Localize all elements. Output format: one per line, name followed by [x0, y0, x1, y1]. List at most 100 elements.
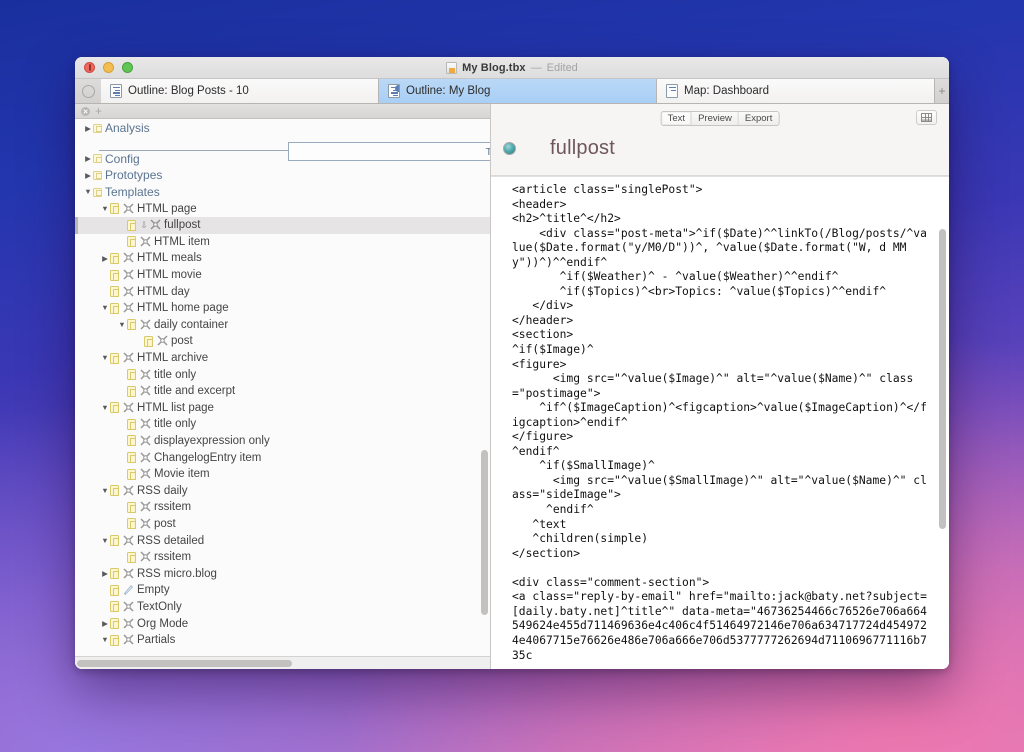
outline-row[interactable]: rssitem — [75, 549, 490, 566]
remove-item-icon[interactable] — [81, 106, 90, 116]
view-mode-text[interactable]: Text — [661, 112, 693, 125]
minimize-button[interactable] — [103, 62, 114, 73]
note-color-badge[interactable] — [503, 141, 516, 155]
outline-row[interactable]: TextOnly — [75, 599, 490, 616]
view-mode-preview[interactable]: Preview — [692, 112, 739, 125]
outline-row[interactable]: ▶ HTML meals — [75, 250, 490, 267]
outline-row[interactable]: title only — [75, 366, 490, 383]
note-icon — [110, 352, 119, 364]
note-icon — [110, 601, 119, 613]
editor-content[interactable]: <article class="singlePost"> <header> <h… — [491, 177, 939, 669]
disclosure-triangle-expanded-icon[interactable]: ▼ — [100, 304, 110, 312]
disclosure-triangle-expanded-icon[interactable]: ▼ — [100, 487, 110, 495]
note-icon — [144, 335, 153, 347]
outline-row[interactable]: ▶ Prototypes — [75, 167, 490, 184]
disclosure-triangle-expanded-icon[interactable]: ▼ — [100, 636, 110, 644]
outline-row[interactable]: Movie item — [75, 466, 490, 483]
note-icon — [127, 551, 136, 563]
outline-row[interactable]: Empty — [75, 582, 490, 599]
outline-row-label: TextOnly — [137, 600, 182, 613]
outline-sidebar: + Ti ▶Analysis▶Config▶Prototypes▼Templat… — [75, 104, 491, 669]
disclosure-triangle-expanded-icon[interactable]: ▼ — [83, 188, 93, 196]
outline-row-label: title and excerpt — [154, 385, 236, 398]
note-icon — [110, 485, 119, 497]
note-title[interactable]: fullpost — [550, 137, 615, 160]
template-icon — [139, 369, 152, 381]
outline-row[interactable]: rssitem — [75, 499, 490, 516]
text-editor[interactable]: <article class="singlePost"> <header> <h… — [491, 176, 949, 669]
editor-vertical-scrollbar[interactable] — [938, 181, 947, 665]
outline-row[interactable]: title only — [75, 416, 490, 433]
outline-row[interactable]: ▼ daily container — [75, 317, 490, 334]
tab-overview-button[interactable] — [81, 84, 95, 98]
outline-row[interactable]: displayexpression only — [75, 433, 490, 450]
outline-row-label: daily container — [154, 318, 229, 331]
outline-view-icon — [110, 84, 122, 98]
outline-row[interactable]: ▶ Config — [75, 151, 490, 168]
outline-row[interactable]: ▼ RSS daily — [75, 482, 490, 499]
outline-row[interactable]: ▶ RSS micro.blog — [75, 565, 490, 582]
template-icon — [122, 634, 135, 646]
outline-row-label: Analysis — [105, 121, 150, 136]
disclosure-triangle-expanded-icon[interactable]: ▼ — [100, 404, 110, 412]
tab-outline-my-blog[interactable]: Outline: My Blog — [379, 79, 657, 103]
disclosure-triangle-expanded-icon[interactable]: ▼ — [100, 205, 110, 213]
disclosure-triangle-collapsed-icon[interactable]: ▶ — [83, 125, 93, 133]
outline-row[interactable]: ChangelogEntry item — [75, 449, 490, 466]
outline-row[interactable]: title and excerpt — [75, 383, 490, 400]
outline-row[interactable]: post — [75, 516, 490, 533]
close-button[interactable] — [84, 62, 95, 73]
disclosure-triangle-collapsed-icon[interactable]: ▶ — [83, 155, 93, 163]
disclosure-triangle-collapsed-icon[interactable]: ▶ — [100, 570, 110, 578]
disclosure-triangle-expanded-icon[interactable]: ▼ — [100, 354, 110, 362]
view-mode-switcher[interactable]: Text Preview Export — [660, 111, 780, 126]
outline-row[interactable]: post — [75, 333, 490, 350]
outline-tree[interactable]: Ti ▶Analysis▶Config▶Prototypes▼Templates… — [75, 119, 490, 656]
outline-view-icon — [388, 84, 400, 98]
tab-map-dashboard[interactable]: Map: Dashboard — [657, 79, 935, 103]
template-icon — [122, 617, 135, 630]
outline-row[interactable]: ▼ HTML page — [75, 200, 490, 217]
tab-outline-blog-posts[interactable]: Outline: Blog Posts - 10 — [101, 79, 379, 103]
outline-row-label: RSS micro.blog — [137, 567, 217, 580]
outline-row[interactable]: ▼ HTML home page — [75, 300, 490, 317]
outline-row[interactable]: HTML day — [75, 283, 490, 300]
scrollbar-thumb[interactable] — [77, 659, 292, 667]
tab-label: Outline: My Blog — [406, 85, 491, 97]
zoom-button[interactable] — [122, 62, 133, 73]
add-item-icon[interactable]: + — [95, 105, 102, 117]
note-title-row: fullpost — [491, 131, 949, 165]
outline-row[interactable]: ▼ HTML list page — [75, 400, 490, 417]
disclosure-triangle-collapsed-icon[interactable]: ▶ — [100, 255, 110, 263]
window-titlebar: My Blog.tbx — Edited — [75, 57, 949, 79]
note-icon — [110, 618, 119, 630]
disclosure-triangle-collapsed-icon[interactable]: ▶ — [100, 620, 110, 628]
outline-row[interactable]: ▼ HTML archive — [75, 350, 490, 367]
outline-row[interactable]: ▼ RSS detailed — [75, 532, 490, 549]
note-header: Text Preview Export fullpost — [491, 104, 949, 176]
attributes-table-button[interactable] — [916, 110, 937, 125]
outline-row[interactable]: ▼ Templates — [75, 184, 490, 201]
disclosure-triangle-expanded-icon[interactable]: ▼ — [117, 321, 127, 329]
outline-row[interactable]: HTML movie — [75, 267, 490, 284]
disclosure-triangle-expanded-icon[interactable]: ▼ — [100, 537, 110, 545]
note-icon — [127, 369, 136, 381]
add-tab-button[interactable]: + — [935, 79, 949, 103]
outline-row[interactable]: ▶ Analysis — [75, 120, 490, 137]
template-icon — [139, 551, 152, 563]
outline-row[interactable]: ▼ Partials — [75, 632, 490, 649]
template-icon — [139, 501, 152, 513]
template-icon — [139, 236, 152, 248]
disclosure-triangle-collapsed-icon[interactable]: ▶ — [83, 172, 93, 180]
tab-bar: Outline: Blog Posts - 10 Outline: My Blo… — [75, 79, 949, 104]
outline-row[interactable]: ▶ Org Mode — [75, 615, 490, 632]
outline-row[interactable]: HTML item — [75, 234, 490, 251]
view-mode-export[interactable]: Export — [738, 112, 779, 125]
template-icon — [139, 518, 152, 530]
outline-row[interactable]: ⇩ fullpost — [75, 216, 490, 234]
outline-horizontal-scrollbar[interactable] — [75, 656, 490, 669]
